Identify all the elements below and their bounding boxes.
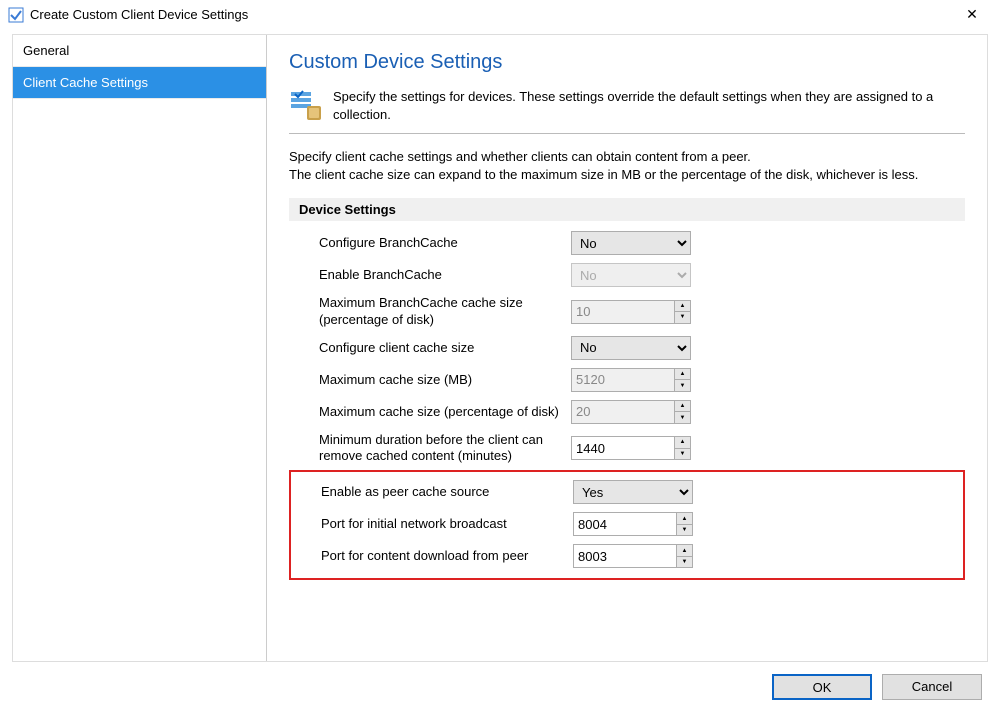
- divider: [289, 133, 965, 134]
- titlebar: Create Custom Client Device Settings ✕: [0, 0, 1000, 30]
- setting-enable-peer-cache: Enable as peer cache source Yes: [291, 476, 963, 508]
- port-download-spinner[interactable]: ▲▼: [573, 544, 693, 568]
- section-header-device-settings: Device Settings: [289, 198, 965, 221]
- sidebar: General Client Cache Settings: [13, 35, 267, 661]
- sidebar-item-general[interactable]: General: [13, 35, 266, 67]
- ok-button[interactable]: OK: [772, 674, 872, 700]
- sidebar-item-label: Client Cache Settings: [23, 75, 148, 90]
- setting-label: Minimum duration before the client can r…: [289, 432, 571, 465]
- spin-up-icon[interactable]: ▲: [677, 513, 692, 525]
- setting-label: Port for content download from peer: [291, 548, 573, 564]
- max-branchcache-pct-spinner: ▲▼: [571, 300, 691, 324]
- spin-down-icon[interactable]: ▼: [677, 557, 692, 568]
- header-description: Specify the settings for devices. These …: [333, 88, 965, 123]
- port-broadcast-input[interactable]: [574, 513, 676, 535]
- max-branchcache-pct-input: [572, 301, 674, 323]
- cancel-button[interactable]: Cancel: [882, 674, 982, 700]
- spin-down-icon[interactable]: ▼: [675, 449, 690, 460]
- window-title: Create Custom Client Device Settings: [30, 7, 952, 22]
- spin-up-icon[interactable]: ▲: [675, 437, 690, 449]
- max-cache-pct-input: [572, 401, 674, 423]
- setting-max-cache-mb: Maximum cache size (MB) ▲▼: [289, 364, 965, 396]
- configure-branchcache-select[interactable]: No: [571, 231, 691, 255]
- max-cache-mb-input: [572, 369, 674, 391]
- spin-up-icon: ▲: [675, 369, 690, 381]
- setting-configure-branchcache: Configure BranchCache No: [289, 227, 965, 259]
- setting-max-branchcache-pct: Maximum BranchCache cache size (percenta…: [289, 291, 965, 332]
- dialog-footer: OK Cancel: [0, 662, 1000, 700]
- sidebar-item-label: General: [23, 43, 69, 58]
- configure-client-cache-size-select[interactable]: No: [571, 336, 691, 360]
- setting-label: Port for initial network broadcast: [291, 516, 573, 532]
- sidebar-item-client-cache-settings[interactable]: Client Cache Settings: [13, 67, 266, 99]
- setting-configure-client-cache-size: Configure client cache size No: [289, 332, 965, 364]
- enable-branchcache-select: No: [571, 263, 691, 287]
- settings-icon: [289, 88, 323, 122]
- setting-label: Configure BranchCache: [289, 235, 571, 251]
- port-download-input[interactable]: [574, 545, 676, 567]
- highlighted-settings: Enable as peer cache source Yes Port for…: [289, 470, 965, 580]
- setting-enable-branchcache: Enable BranchCache No: [289, 259, 965, 291]
- setting-label: Maximum cache size (percentage of disk): [289, 404, 571, 420]
- dialog-body: General Client Cache Settings Custom Dev…: [12, 34, 988, 662]
- max-cache-mb-spinner: ▲▼: [571, 368, 691, 392]
- setting-label: Configure client cache size: [289, 340, 571, 356]
- min-duration-spinner[interactable]: ▲▼: [571, 436, 691, 460]
- app-icon: [8, 7, 24, 23]
- spin-down-icon[interactable]: ▼: [677, 525, 692, 536]
- spin-down-icon: ▼: [675, 312, 690, 323]
- spin-up-icon: ▲: [675, 401, 690, 413]
- spin-down-icon: ▼: [675, 412, 690, 423]
- page-description: Specify client cache settings and whethe…: [289, 148, 965, 184]
- setting-label: Enable as peer cache source: [291, 484, 573, 500]
- setting-label: Enable BranchCache: [289, 267, 571, 283]
- setting-max-cache-pct: Maximum cache size (percentage of disk) …: [289, 396, 965, 428]
- setting-label: Maximum BranchCache cache size (percenta…: [289, 295, 571, 328]
- spin-down-icon: ▼: [675, 380, 690, 391]
- min-duration-input[interactable]: [572, 437, 674, 459]
- spin-up-icon[interactable]: ▲: [677, 545, 692, 557]
- content-pane: Custom Device Settings Specify the setti…: [267, 35, 987, 661]
- setting-min-duration: Minimum duration before the client can r…: [289, 428, 965, 469]
- setting-label: Maximum cache size (MB): [289, 372, 571, 388]
- enable-peer-cache-select[interactable]: Yes: [573, 480, 693, 504]
- spin-up-icon: ▲: [675, 301, 690, 313]
- port-broadcast-spinner[interactable]: ▲▼: [573, 512, 693, 536]
- setting-port-broadcast: Port for initial network broadcast ▲▼: [291, 508, 963, 540]
- page-title: Custom Device Settings: [289, 51, 965, 74]
- max-cache-pct-spinner: ▲▼: [571, 400, 691, 424]
- settings-table: Configure BranchCache No Enable BranchCa…: [289, 227, 965, 580]
- close-button[interactable]: ✕: [952, 6, 992, 23]
- setting-port-download: Port for content download from peer ▲▼: [291, 540, 963, 572]
